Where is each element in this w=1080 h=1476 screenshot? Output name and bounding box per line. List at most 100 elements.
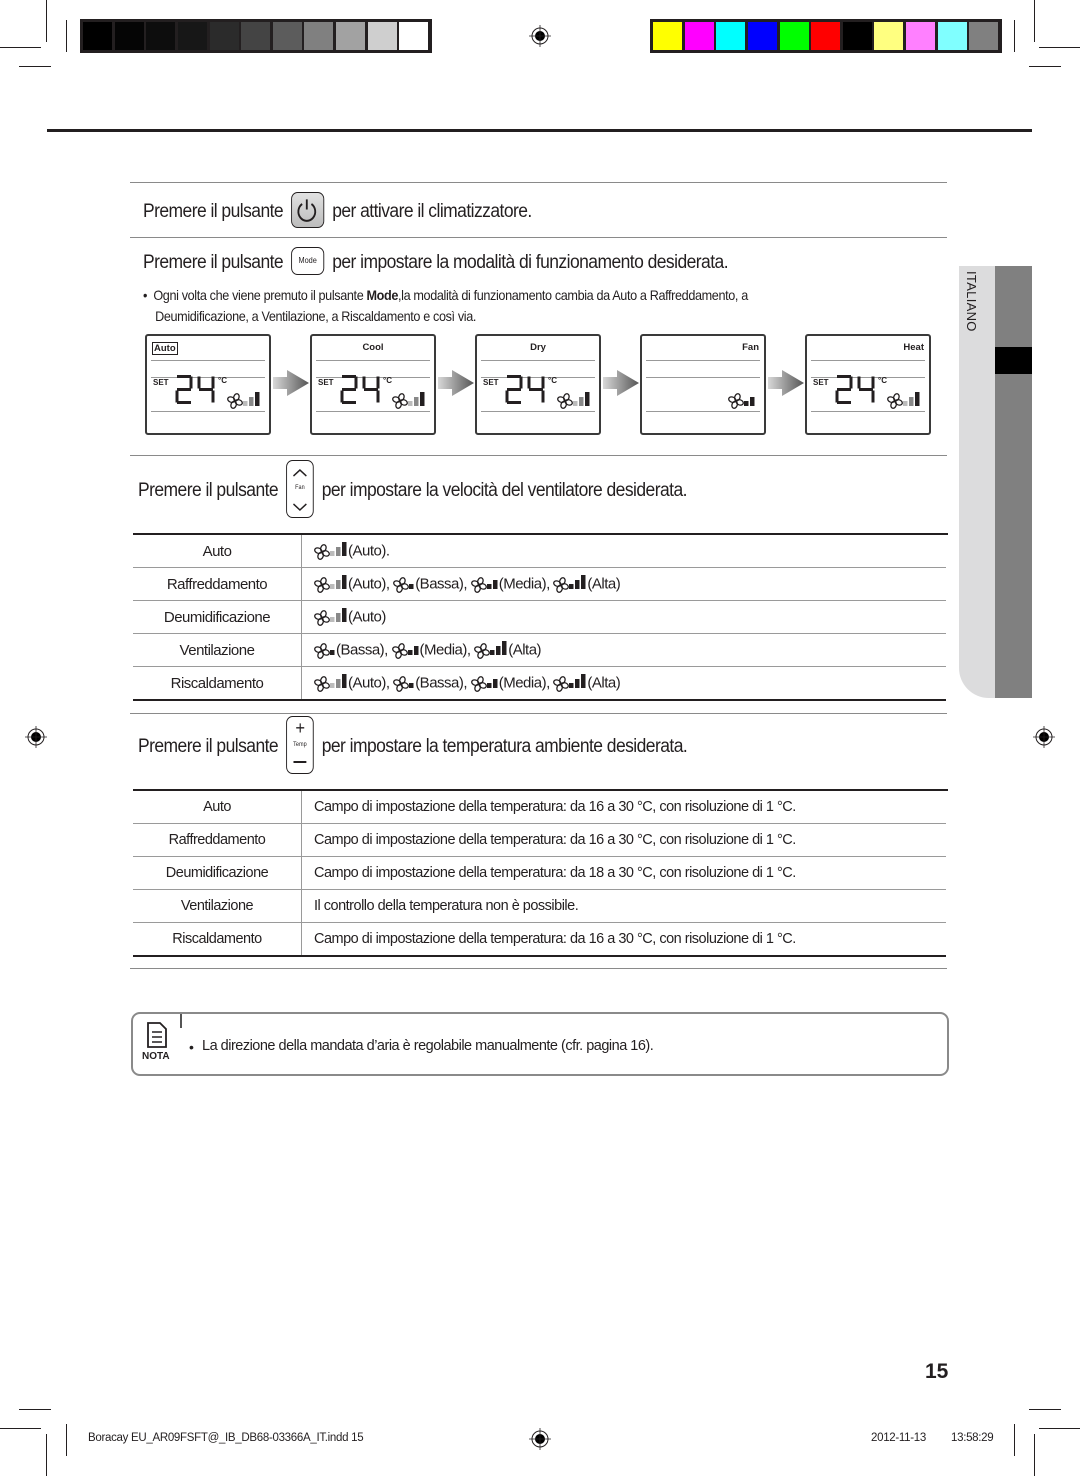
fan-speed-auto-icon (573, 392, 590, 406)
mode-desc-bold: Mode (366, 288, 399, 303)
crop-mark (1034, 1434, 1035, 1476)
fan-speed-high-icon (490, 641, 507, 655)
color-swatch (367, 22, 397, 50)
language-tab-label: ITALIANO (964, 271, 979, 332)
lcd-display-fan: Fan (640, 334, 766, 435)
fan-icon (393, 576, 410, 593)
crop-mark (0, 47, 41, 48)
fan-speed-options: (Bassa), (Media), (Alta) (301, 633, 946, 667)
fan-icon (314, 675, 330, 692)
fan-speed-option: (Auto) (314, 608, 386, 626)
temperature-range-table: Auto Campo di impostazione della temperat… (133, 791, 946, 957)
fan-speed-medium-icon (486, 580, 498, 589)
fan-speed-label: (Auto), (348, 675, 390, 692)
table-row: Auto (Auto). (133, 535, 946, 568)
mode-description: • Ogni volta che viene premuto il pulsan… (143, 285, 748, 327)
mode-name: Raffreddamento (133, 567, 302, 601)
fan-speed-option: (Bassa), (393, 674, 468, 692)
mode-name: Raffreddamento (133, 823, 302, 857)
fan-speed-label: (Alta) (587, 675, 621, 692)
temperature-range: Campo di impostazione della temperatura:… (301, 856, 946, 890)
color-swatch (272, 22, 302, 50)
fan-speed-label: (Bassa), (415, 675, 468, 692)
fan-button-label: Fan (295, 485, 305, 491)
crop-mark (1039, 47, 1080, 48)
lcd-display-heat: Heat SET °C (805, 334, 931, 435)
lcd-fan-indicator (557, 392, 591, 410)
table-row: Auto Campo di impostazione della temperat… (133, 791, 946, 824)
fan-icon (314, 576, 330, 593)
registration-mark-icon (529, 1428, 551, 1450)
grayscale-calibration-bar (80, 19, 432, 53)
mode-instruction: Premere il pulsante Mode per impostare l… (143, 246, 729, 278)
fan-speed-label: (Media), (419, 642, 472, 659)
fan-speed-options: (Auto), (Bassa), (Media), (Alta) (301, 567, 946, 601)
color-swatch (937, 22, 967, 50)
fan-speed-option: (Alta) (474, 641, 542, 659)
crop-mark (1039, 1428, 1080, 1429)
fan-speed-high-icon (569, 674, 586, 688)
crop-mark (46, 0, 47, 42)
table-row: Deumidificazione Campo di impostazione de… (133, 856, 946, 890)
power-icon (297, 199, 317, 222)
mode-button: Mode (291, 246, 325, 275)
color-swatch (748, 22, 778, 50)
table-row: Ventilazione (Bassa), (Media), (Alta) (133, 633, 946, 667)
registration-mark-icon (25, 726, 47, 748)
divider (130, 182, 947, 183)
fan-icon (314, 609, 330, 626)
fan-speed-label: (Alta) (587, 576, 621, 593)
color-swatch (146, 22, 176, 50)
fan-icon (553, 576, 570, 593)
fan-speed-medium-icon (407, 646, 419, 655)
temperature-range: Campo di impostazione della temperatura:… (301, 922, 946, 957)
mode-name: Deumidificazione (133, 600, 302, 634)
divider (130, 237, 947, 238)
crop-mark (19, 66, 51, 67)
note-document-icon (147, 1022, 167, 1048)
mode-name: Ventilazione (133, 633, 302, 667)
color-swatch (114, 22, 144, 50)
fan-speed-label: (Auto). (348, 543, 390, 560)
crop-mark (0, 1428, 41, 1429)
color-swatch (906, 22, 936, 50)
power-instruction-suffix: per attivare il climatizzatore. (332, 201, 532, 223)
arrow-right-icon (768, 370, 804, 396)
page-number: 15 (925, 1360, 949, 1383)
table-row: Raffreddamento (Auto), (Bassa), (Media), … (133, 567, 946, 601)
fan-speed-option: (Bassa), (314, 641, 388, 659)
lcd-temperature-digits (835, 375, 875, 404)
fan-speed-option: (Media), (391, 641, 472, 659)
power-instruction-prefix: Premere il pulsante (143, 201, 284, 223)
lcd-temperature-digits (175, 375, 215, 404)
crop-mark (1034, 0, 1035, 42)
minus-icon (293, 761, 307, 763)
mode-instruction-prefix: Premere il pulsante (143, 252, 284, 273)
color-calibration-bar (650, 19, 1002, 53)
fan-speed-label: (Bassa), (415, 576, 468, 593)
lcd-fan-indicator (887, 392, 921, 410)
crop-mark (1029, 1409, 1061, 1410)
lcd-temperature-digits (505, 375, 545, 404)
color-swatch (304, 22, 334, 50)
fan-icon (314, 543, 330, 560)
lcd-set-label: SET (483, 378, 499, 387)
fan-icon (728, 392, 744, 409)
fan-icon (391, 642, 408, 659)
lcd-fan-indicator (728, 392, 756, 410)
mode-name: Ventilazione (133, 889, 302, 923)
fan-speed-auto-icon (330, 608, 347, 622)
color-swatch (969, 22, 999, 50)
lcd-mode-label: Auto (152, 342, 178, 355)
note-text: La direzione della mandata d’aria è rego… (202, 1038, 654, 1054)
crop-mark (46, 1434, 47, 1476)
divider (130, 455, 947, 456)
bullet: • (143, 288, 148, 303)
fan-speed-options: (Auto). (301, 535, 946, 568)
chevron-down-icon (293, 503, 307, 511)
mode-name: Riscaldamento (133, 922, 302, 957)
fan-speed-option: (Auto). (314, 542, 390, 560)
mode-desc-text: Deumidificazione, a Ventilazione, a Risc… (155, 309, 477, 324)
fan-speed-medium-icon (486, 679, 498, 688)
mode-instruction-suffix: per impostare la modalità di funzionamen… (332, 252, 729, 273)
